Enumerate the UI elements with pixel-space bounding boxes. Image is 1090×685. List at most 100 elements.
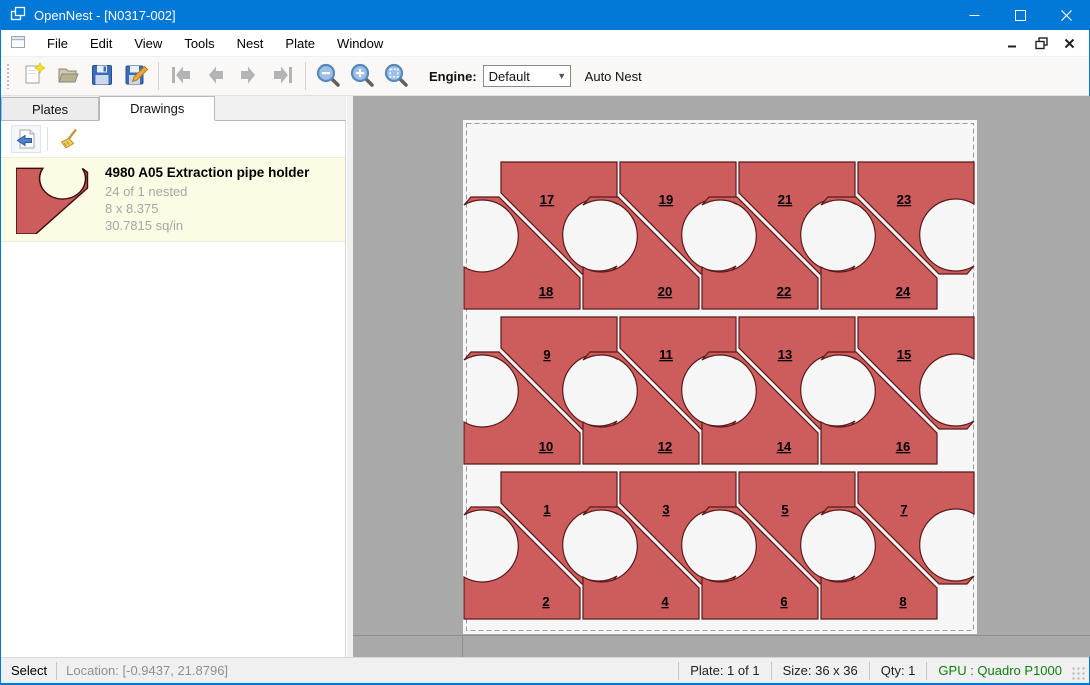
new-document-icon bbox=[21, 62, 47, 91]
nesting-canvas[interactable]: 171819202122232491011121314151612345678 bbox=[353, 96, 1090, 657]
save-icon bbox=[89, 62, 115, 91]
engine-select[interactable]: Default ▼ bbox=[483, 65, 571, 87]
plate-status: Plate: 1 of 1 bbox=[688, 663, 761, 678]
part-number: 18 bbox=[539, 284, 553, 299]
part-number: 16 bbox=[896, 439, 910, 454]
menu-item-tools[interactable]: Tools bbox=[173, 32, 225, 55]
part-number: 7 bbox=[900, 502, 907, 517]
close-icon[interactable] bbox=[1043, 0, 1089, 30]
menu-item-file[interactable]: File bbox=[36, 32, 79, 55]
menu-bar: FileEditViewToolsNestPlateWindow bbox=[1, 30, 1089, 57]
part-number: 21 bbox=[778, 192, 792, 207]
part-number: 4 bbox=[661, 594, 669, 609]
status-bar: Select Location: [-0.9437, 21.8796] Plat… bbox=[1, 657, 1089, 683]
go-previous-button[interactable] bbox=[198, 60, 232, 92]
drawing-list-item[interactable]: 4980 A05 Extraction pipe holder 24 of 1 … bbox=[1, 157, 345, 242]
app-icon bbox=[10, 6, 26, 25]
go-last-button[interactable] bbox=[266, 60, 300, 92]
mode-status: Select bbox=[11, 663, 47, 678]
part-number: 8 bbox=[899, 594, 906, 609]
part-number: 14 bbox=[777, 439, 792, 454]
part-number: 22 bbox=[777, 284, 791, 299]
part-number: 20 bbox=[658, 284, 672, 299]
maximize-icon[interactable] bbox=[997, 0, 1043, 30]
zoom-fit-icon bbox=[383, 62, 409, 91]
part-number: 1 bbox=[543, 502, 550, 517]
statusbar-separator bbox=[926, 662, 927, 680]
go-last-icon bbox=[270, 62, 296, 91]
go-next-button[interactable] bbox=[232, 60, 266, 92]
mdi-controls bbox=[1003, 34, 1089, 52]
go-first-icon bbox=[168, 62, 194, 91]
zoom-in-button[interactable] bbox=[345, 60, 379, 92]
menu-item-plate[interactable]: Plate bbox=[274, 32, 326, 55]
tab-plates[interactable]: Plates bbox=[1, 97, 99, 120]
clean-button[interactable] bbox=[54, 125, 84, 153]
go-previous-icon bbox=[202, 62, 228, 91]
part-number: 17 bbox=[540, 192, 554, 207]
menu-items: FileEditViewToolsNestPlateWindow bbox=[36, 32, 394, 55]
new-document-button[interactable] bbox=[17, 60, 51, 92]
chevron-down-icon: ▼ bbox=[554, 71, 570, 81]
location-status: Location: [-0.9437, 21.8796] bbox=[66, 663, 228, 678]
mdi-minimize-icon[interactable] bbox=[1003, 34, 1023, 52]
document-window-icon[interactable] bbox=[10, 34, 26, 53]
tab-drawings[interactable]: Drawings bbox=[99, 96, 215, 121]
zoom-in-icon bbox=[349, 62, 375, 91]
zoom-out-button[interactable] bbox=[311, 60, 345, 92]
zoom-out-icon bbox=[315, 62, 341, 91]
main-area: PlatesDrawings bbox=[1, 96, 1089, 657]
mdi-close-icon[interactable] bbox=[1059, 34, 1079, 52]
plate[interactable]: 171819202122232491011121314151612345678 bbox=[463, 120, 977, 634]
engine-label: Engine: bbox=[429, 69, 477, 84]
window-title: OpenNest - [N0317-002] bbox=[34, 8, 176, 23]
drawing-title: 4980 A05 Extraction pipe holder bbox=[105, 165, 339, 180]
statusbar-separator bbox=[771, 662, 772, 680]
toolbar-separator bbox=[47, 127, 48, 151]
menu-item-nest[interactable]: Nest bbox=[226, 32, 275, 55]
save-edit-icon bbox=[123, 62, 149, 91]
menu-item-view[interactable]: View bbox=[123, 32, 173, 55]
opennest-window: { "window": { "title": "OpenNest - [N031… bbox=[0, 0, 1090, 685]
part-number: 6 bbox=[780, 594, 787, 609]
toolbar-grip[interactable] bbox=[6, 63, 11, 89]
save-edit-button[interactable] bbox=[119, 60, 153, 92]
go-first-button[interactable] bbox=[164, 60, 198, 92]
clean-broom-icon bbox=[57, 127, 81, 151]
part-number: 9 bbox=[543, 347, 550, 362]
toolbar-separator bbox=[305, 62, 306, 90]
part-number: 5 bbox=[781, 502, 788, 517]
auto-nest-button[interactable]: Auto Nest bbox=[585, 69, 642, 84]
open-file-button[interactable] bbox=[51, 60, 85, 92]
panel-tabs: PlatesDrawings bbox=[1, 96, 346, 121]
part-number: 15 bbox=[897, 347, 911, 362]
part-number: 2 bbox=[542, 594, 549, 609]
engine-value: Default bbox=[484, 69, 554, 84]
statusbar-separator bbox=[678, 662, 679, 680]
title-bar[interactable]: OpenNest - [N0317-002] bbox=[1, 0, 1089, 30]
left-panel: PlatesDrawings bbox=[1, 96, 346, 657]
import-drawing-icon bbox=[14, 127, 38, 151]
part-number: 19 bbox=[659, 192, 673, 207]
statusbar-separator bbox=[56, 662, 57, 680]
toolbar-separator bbox=[158, 62, 159, 90]
resize-grip-icon[interactable] bbox=[1072, 667, 1086, 681]
part-number: 10 bbox=[539, 439, 553, 454]
part-number: 13 bbox=[778, 347, 792, 362]
gpu-status: GPU : Quadro P1000 bbox=[936, 663, 1064, 678]
qty-status: Qty: 1 bbox=[879, 663, 918, 678]
zoom-fit-button[interactable] bbox=[379, 60, 413, 92]
canvas-divider bbox=[353, 635, 1090, 636]
part-thumbnail bbox=[16, 166, 90, 234]
open-file-icon bbox=[55, 62, 81, 91]
import-drawing-button[interactable] bbox=[11, 125, 41, 153]
minimize-icon[interactable] bbox=[951, 0, 997, 30]
part-number: 11 bbox=[659, 347, 673, 362]
menu-item-window[interactable]: Window bbox=[326, 32, 394, 55]
drawing-size: 8 x 8.375 bbox=[105, 200, 339, 217]
drawing-nested-count: 24 of 1 nested bbox=[105, 183, 339, 200]
size-status: Size: 36 x 36 bbox=[781, 663, 860, 678]
save-button[interactable] bbox=[85, 60, 119, 92]
mdi-restore-icon[interactable] bbox=[1031, 34, 1051, 52]
menu-item-edit[interactable]: Edit bbox=[79, 32, 123, 55]
